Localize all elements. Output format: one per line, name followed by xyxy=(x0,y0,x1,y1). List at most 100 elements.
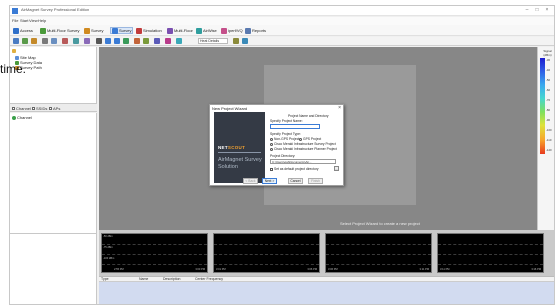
dialog-title: New Project Wizard xyxy=(212,106,248,111)
gridline xyxy=(438,244,543,245)
dialog-close-button[interactable]: × xyxy=(338,105,341,111)
folder-icon xyxy=(12,49,16,53)
legend-label: -100 xyxy=(546,128,552,132)
access-button[interactable]: Access xyxy=(13,27,33,34)
gridline xyxy=(326,244,431,245)
heat-details-combo[interactable]: Heat Details xyxy=(198,38,228,44)
tab-ssids-checkbox[interactable] xyxy=(32,107,35,110)
project-name-label: Specify Project Name: xyxy=(270,119,303,123)
survey-view-icon xyxy=(112,27,118,34)
channel-root[interactable]: Channel xyxy=(12,115,32,120)
tree-root[interactable] xyxy=(12,49,16,53)
reports-button[interactable]: Reports xyxy=(245,27,266,34)
close-button[interactable]: × xyxy=(542,7,552,13)
survey-view-button[interactable]: Survey xyxy=(110,27,134,34)
minimize-button[interactable]: – xyxy=(522,7,532,13)
finish-button[interactable]: Finish xyxy=(308,178,323,184)
filter-icon[interactable] xyxy=(233,38,239,44)
tab-ssids[interactable]: SSIDs xyxy=(32,106,47,111)
menu-start[interactable]: Start xyxy=(20,18,28,23)
time-end-label: 3:06 PM xyxy=(307,268,317,271)
project-name-input[interactable] xyxy=(270,124,320,129)
tab-channel-checkbox[interactable] xyxy=(12,107,15,110)
fit-icon[interactable] xyxy=(123,38,129,44)
zoom-out-icon[interactable] xyxy=(114,38,120,44)
channel-list: Channel xyxy=(10,113,97,233)
radio-indicator xyxy=(270,147,273,151)
y-axis-label: -100 dBm xyxy=(103,257,115,260)
heatmap-icon[interactable] xyxy=(176,38,182,44)
simulation-button[interactable]: Simulation xyxy=(136,27,162,34)
left-bottom-panel xyxy=(10,233,97,304)
maximize-button[interactable]: □ xyxy=(532,7,542,13)
cut-icon[interactable] xyxy=(42,38,48,44)
iperf-icon xyxy=(221,27,227,34)
checkbox-indicator xyxy=(270,167,273,171)
tab-aps-checkbox[interactable] xyxy=(49,107,52,110)
multi-floor-view-icon xyxy=(167,27,173,34)
trend-chart[interactable]: 3:06 PM 3:11 PM xyxy=(325,233,432,273)
trend-chart[interactable]: 3:11 PM 3:16 PM xyxy=(437,233,544,273)
window-title: AirMagnet Survey Professional Edition xyxy=(21,7,90,12)
default-directory-checkbox[interactable]: Set as default project directory xyxy=(270,167,319,171)
ap-icon[interactable] xyxy=(143,38,149,44)
project-directory-input[interactable]: C:\Users\gat\Documents\Air... xyxy=(270,159,336,164)
survey-button[interactable]: Survey xyxy=(84,27,103,34)
time-start-label: 3:01 PM xyxy=(216,268,226,271)
legend-label: -90 xyxy=(546,118,551,122)
column-header-type[interactable]: Type xyxy=(101,277,109,281)
legend-label: -70 xyxy=(546,98,551,102)
menu-file[interactable]: File xyxy=(12,18,18,23)
tab-aps[interactable]: APs xyxy=(49,106,60,111)
radio-meraki-planner[interactable]: Cisco Meraki Infrastructure Planner Proj… xyxy=(270,147,337,151)
new-project-hint: Select Project Wizard to create a new pr… xyxy=(340,221,420,226)
menu-view[interactable]: View xyxy=(29,18,38,23)
overlay-caption: time. xyxy=(0,62,27,76)
simulation-icon xyxy=(136,27,142,34)
multi-floor-button[interactable]: Multi-Floor xyxy=(167,27,193,34)
measure-icon[interactable] xyxy=(134,38,140,44)
zoom-in-icon[interactable] xyxy=(105,38,111,44)
gridline xyxy=(214,244,319,245)
save-icon[interactable] xyxy=(22,38,28,44)
browse-button[interactable]: ... xyxy=(334,166,339,171)
next-button[interactable]: Next > xyxy=(262,178,277,184)
settings-icon[interactable] xyxy=(242,38,248,44)
time-end-label: 3:16 PM xyxy=(531,268,541,271)
signal-legend: Signal (dBm) -30 -40 -50 -60 -70 -80 -90… xyxy=(537,47,554,230)
legend-label: -50 xyxy=(546,78,551,82)
iperf-button[interactable]: iperf/VQ xyxy=(221,27,243,34)
section-heading: Project Name and Directory xyxy=(288,114,329,118)
refresh-icon[interactable] xyxy=(73,38,79,44)
column-header-description[interactable]: Description xyxy=(163,277,181,281)
column-header-center-frequency[interactable]: Center Frequency xyxy=(195,277,223,281)
radio-non-gps[interactable]: Non-GPS Project xyxy=(270,137,299,141)
delete-icon[interactable] xyxy=(62,38,68,44)
channel-grid-body[interactable] xyxy=(99,282,554,304)
airwise-button[interactable]: AirWise xyxy=(196,27,217,34)
legend-label: -30 xyxy=(546,58,551,62)
back-button[interactable]: < Back xyxy=(243,178,258,184)
wall-icon[interactable] xyxy=(154,38,160,44)
cancel-button[interactable]: Cancel xyxy=(288,178,303,184)
radio-gps[interactable]: GPS Project xyxy=(299,137,321,141)
project-type-label: Specify Project Type: xyxy=(270,132,301,136)
legend-color-bar xyxy=(540,58,545,154)
trend-chart[interactable]: -50 dBm -75 dBm -100 dBm 2:55 PM 3:00 PM xyxy=(101,233,208,273)
trend-chart[interactable]: 3:01 PM 3:06 PM xyxy=(213,233,320,273)
radio-meraki-survey[interactable]: Cisco Meraki Infrastructure Survey Proje… xyxy=(270,142,336,146)
gridline xyxy=(326,254,431,255)
tab-channel[interactable]: Channel xyxy=(12,106,31,111)
pointer-icon[interactable] xyxy=(96,38,102,44)
menu-help[interactable]: Help xyxy=(38,18,46,23)
open-icon[interactable] xyxy=(13,38,19,44)
marker-icon[interactable] xyxy=(165,38,171,44)
legend-label: -110 xyxy=(546,138,552,142)
copy-icon[interactable] xyxy=(51,38,57,44)
multi-floor-survey-button[interactable]: Multi-Floor Survey xyxy=(40,27,79,34)
column-header-name[interactable]: Name xyxy=(139,277,148,281)
y-axis-label: -50 dBm xyxy=(103,235,113,238)
undo-icon[interactable] xyxy=(31,38,37,44)
brand-panel: NETSCOUT AirMagnet Survey Solution xyxy=(214,112,265,183)
grid-icon[interactable] xyxy=(84,38,90,44)
